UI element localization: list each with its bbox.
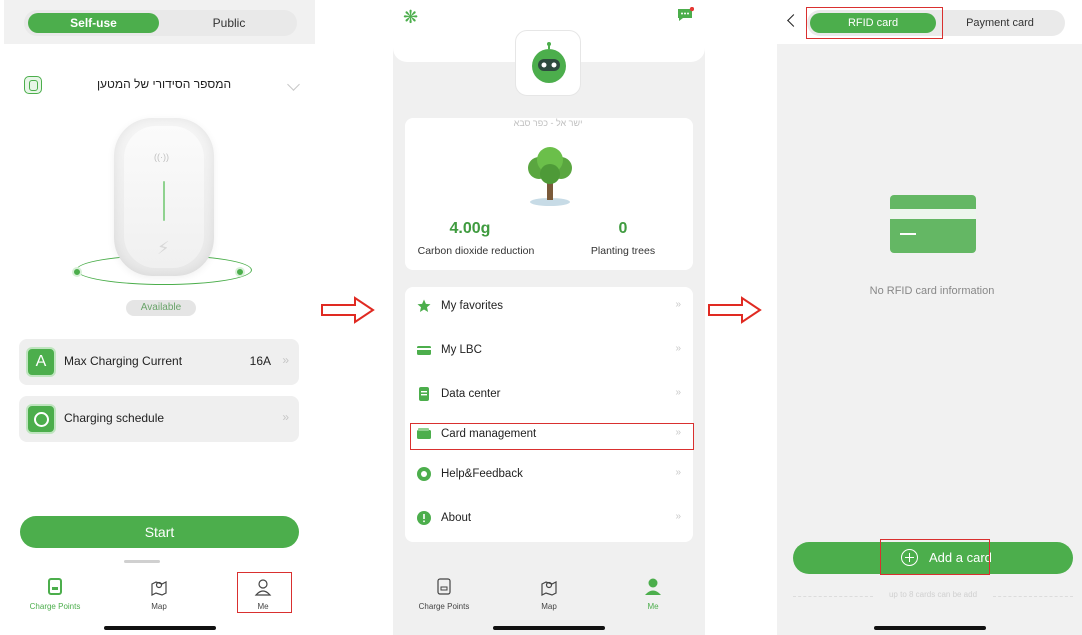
card-limit-note: up to 8 cards can be add (793, 590, 1073, 602)
tab-me-label: Me (647, 602, 659, 611)
charger-device-face: ((·)) ⚡ (124, 126, 204, 268)
ring-dot-left (72, 267, 82, 277)
menu-item-data-center[interactable]: Data center » (405, 375, 693, 413)
message-icon[interactable] (676, 7, 694, 23)
card-limit-text: up to 8 cards can be add (888, 590, 978, 599)
bottom-tab-bar: Charge Points Map Me (393, 572, 705, 616)
map-icon (541, 581, 557, 596)
double-chevron-right-icon: » (675, 343, 681, 354)
carbon-label: Carbon dioxide reduction (417, 245, 535, 257)
empty-state-text: No RFID card information (869, 285, 995, 297)
carbon-stats-card: 4.00g Carbon dioxide reduction 0 Plantin… (405, 118, 693, 270)
current-a-icon: A (26, 347, 56, 377)
charging-schedule-label: Charging schedule (64, 411, 165, 425)
my-favorites-label: My favorites (441, 300, 503, 312)
card-stripe (890, 209, 976, 219)
card-icon (417, 346, 431, 355)
charger-device-image: ((·)) ⚡ (114, 118, 214, 276)
tab-map-label: Map (151, 602, 167, 611)
highlight-add-card (880, 539, 990, 575)
tab-charge-points[interactable]: Charge Points (20, 578, 90, 614)
avatar[interactable] (515, 30, 581, 96)
tab-payment-card[interactable]: Payment card (939, 13, 1061, 33)
help-icon (417, 467, 431, 481)
menu-item-my-lbc[interactable]: My LBC » (405, 331, 693, 369)
tab-self-use[interactable]: Self-use (28, 13, 159, 33)
double-chevron-right-icon: » (675, 387, 681, 398)
lightning-icon: ⚡ (157, 238, 170, 258)
ring-dot-right (235, 267, 245, 277)
highlight-rfid-tab (806, 7, 943, 39)
status-badge: Available (126, 300, 196, 316)
flow-arrow-icon (708, 296, 762, 324)
charger-icon (24, 76, 42, 94)
screen-me: ❋ 4.00g Carbon dioxide reduction 0 Plant… (393, 0, 705, 635)
highlight-card-management (410, 423, 694, 450)
nfc-icon: ((·)) (154, 152, 169, 162)
tab-me[interactable]: Me (618, 578, 688, 614)
tab-map-label: Map (541, 602, 557, 611)
tab-map[interactable]: Map (514, 578, 584, 614)
tree-icon (528, 147, 572, 206)
map-icon (151, 581, 167, 596)
help-feedback-label: Help&Feedback (441, 468, 523, 480)
chevron-down-icon[interactable] (287, 78, 300, 91)
trees-label: Planting trees (590, 245, 656, 257)
max-charging-current-row[interactable]: A Max Charging Current 16A » (19, 339, 299, 385)
home-indicator (874, 626, 986, 630)
charger-serial-label: המספר הסידורי של המטען (96, 77, 232, 91)
max-charging-current-value: 16A (249, 354, 271, 368)
card-line (900, 233, 916, 235)
double-chevron-right-icon: » (675, 511, 681, 522)
trees-value: 0 (618, 220, 628, 237)
home-indicator (493, 626, 605, 630)
empty-card-illustration (890, 195, 976, 253)
charger-led-strip (163, 181, 165, 221)
home-indicator (104, 626, 216, 630)
double-chevron-right-icon: » (675, 299, 681, 310)
menu-item-help-feedback[interactable]: Help&Feedback » (405, 455, 693, 493)
menu-item-about[interactable]: About » (405, 499, 693, 537)
clock-icon (26, 404, 56, 434)
menu-item-my-favorites[interactable]: My favorites » (405, 287, 693, 325)
screen-card-management: RFID card Payment card No RFID card info… (777, 0, 1082, 635)
divider-left (793, 596, 873, 597)
star-icon (417, 299, 431, 312)
robot-avatar-icon (532, 42, 566, 83)
username: ישר אל - כפר סבא (513, 118, 583, 128)
tab-charge-points[interactable]: Charge Points (409, 578, 479, 614)
carbon-value: 4.00g (449, 220, 491, 237)
charger-selector[interactable]: המספר הסידורי של המטען (24, 76, 304, 96)
tab-charge-points-label: Charge Points (418, 602, 470, 611)
settings-menu: My favorites » My LBC » Data center » Ca… (405, 287, 693, 542)
double-chevron-right-icon: » (282, 410, 289, 424)
flow-arrow-icon (321, 296, 375, 324)
back-icon[interactable] (787, 14, 800, 27)
double-chevron-right-icon: » (675, 467, 681, 478)
start-button[interactable]: Start (20, 516, 299, 548)
charger-tab-icon (48, 578, 62, 595)
document-icon (419, 387, 429, 401)
max-charging-current-label: Max Charging Current (64, 354, 183, 368)
my-lbc-label: My LBC (441, 344, 482, 356)
info-icon (417, 511, 431, 525)
screen-charger-control: Self-use Public המספר הסידורי של המטען (… (4, 0, 315, 635)
scroll-indicator (124, 560, 160, 563)
highlight-me-tab (237, 572, 292, 613)
charging-schedule-row[interactable]: Charging schedule » (19, 396, 299, 442)
about-label: About (441, 512, 472, 524)
tab-charge-points-label: Charge Points (29, 602, 81, 611)
top-bar: Self-use Public (4, 0, 315, 44)
charger-tab-icon (437, 578, 451, 595)
tab-map[interactable]: Map (124, 578, 194, 614)
double-chevron-right-icon: » (282, 353, 289, 367)
gear-icon[interactable]: ❋ (403, 8, 421, 26)
tab-public[interactable]: Public (164, 13, 294, 33)
data-center-label: Data center (441, 388, 501, 400)
divider-right (993, 596, 1073, 597)
usage-segmented-control: Self-use Public (24, 10, 297, 36)
person-icon (645, 578, 661, 595)
